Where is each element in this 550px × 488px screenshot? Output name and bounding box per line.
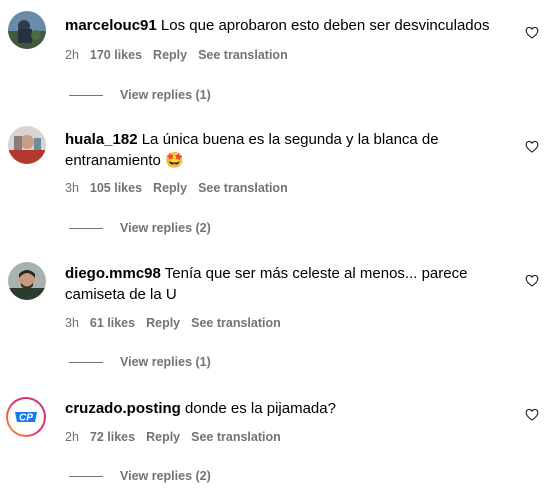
avatar[interactable] xyxy=(8,262,46,300)
view-replies-label: View replies (2) xyxy=(120,221,211,235)
comment-body: donde es la pijamada? xyxy=(185,400,336,417)
view-replies-button[interactable]: View replies (1) xyxy=(65,87,211,103)
photo-avatar-icon xyxy=(8,126,46,164)
like-heart-icon[interactable] xyxy=(525,140,539,153)
photo-avatar-icon xyxy=(8,11,46,49)
replies-divider xyxy=(69,228,103,230)
comment-username[interactable]: diego.mmc98 xyxy=(65,265,161,282)
logo-text: CP xyxy=(19,413,33,424)
reply-button[interactable]: Reply xyxy=(146,316,180,330)
avatar[interactable]: CP xyxy=(5,396,47,438)
comment-likes[interactable]: 61 likes xyxy=(90,316,135,330)
reply-button[interactable]: Reply xyxy=(146,430,180,444)
logo-avatar-icon: CP xyxy=(6,397,46,437)
comment-meta: 3h 61 likes Reply See translation xyxy=(65,315,292,331)
like-heart-icon[interactable] xyxy=(525,408,539,421)
view-replies-button[interactable]: View replies (1) xyxy=(65,354,211,370)
reply-button[interactable]: Reply xyxy=(153,48,187,62)
view-replies-label: View replies (1) xyxy=(120,355,211,369)
avatar[interactable] xyxy=(8,126,46,164)
comment-username[interactable]: marcelouc91 xyxy=(65,17,157,34)
comment-meta: 2h 72 likes Reply See translation xyxy=(65,429,292,445)
comment-meta: 3h 105 likes Reply See translation xyxy=(65,180,299,196)
view-replies-button[interactable]: View replies (2) xyxy=(65,468,211,484)
reply-button[interactable]: Reply xyxy=(153,181,187,195)
comment-body: Los que aprobaron esto deben ser desvinc… xyxy=(160,17,490,34)
replies-divider xyxy=(69,476,103,478)
see-translation-button[interactable]: See translation xyxy=(191,430,281,444)
view-replies-label: View replies (1) xyxy=(120,88,211,102)
see-translation-button[interactable]: See translation xyxy=(198,181,288,195)
comment-username[interactable]: cruzado.posting xyxy=(65,400,181,417)
comment-likes[interactable]: 72 likes xyxy=(90,430,135,444)
comment-text: marcelouc91 Los que aprobaron esto deben… xyxy=(65,15,510,36)
comment-time: 3h xyxy=(65,316,79,330)
like-heart-icon[interactable] xyxy=(525,26,539,39)
replies-divider xyxy=(69,95,103,97)
comment-meta: 2h 170 likes Reply See translation xyxy=(65,47,299,63)
comment-text: diego.mmc98 Tenía que ser más celeste al… xyxy=(65,263,510,305)
view-replies-button[interactable]: View replies (2) xyxy=(65,220,211,236)
like-heart-icon[interactable] xyxy=(525,274,539,287)
comment-text: huala_182 La única buena es la segunda y… xyxy=(65,129,510,171)
see-translation-button[interactable]: See translation xyxy=(191,316,281,330)
comment-time: 2h xyxy=(65,48,79,62)
avatar[interactable] xyxy=(8,11,46,49)
comment-time: 2h xyxy=(65,430,79,444)
comment-username[interactable]: huala_182 xyxy=(65,131,138,148)
view-replies-label: View replies (2) xyxy=(120,469,211,483)
photo-avatar-icon xyxy=(8,262,46,300)
comment-time: 3h xyxy=(65,181,79,195)
comment-likes[interactable]: 170 likes xyxy=(90,48,142,62)
replies-divider xyxy=(69,362,103,364)
comment-likes[interactable]: 105 likes xyxy=(90,181,142,195)
comment-text: cruzado.posting donde es la pijamada? xyxy=(65,398,510,419)
see-translation-button[interactable]: See translation xyxy=(198,48,288,62)
